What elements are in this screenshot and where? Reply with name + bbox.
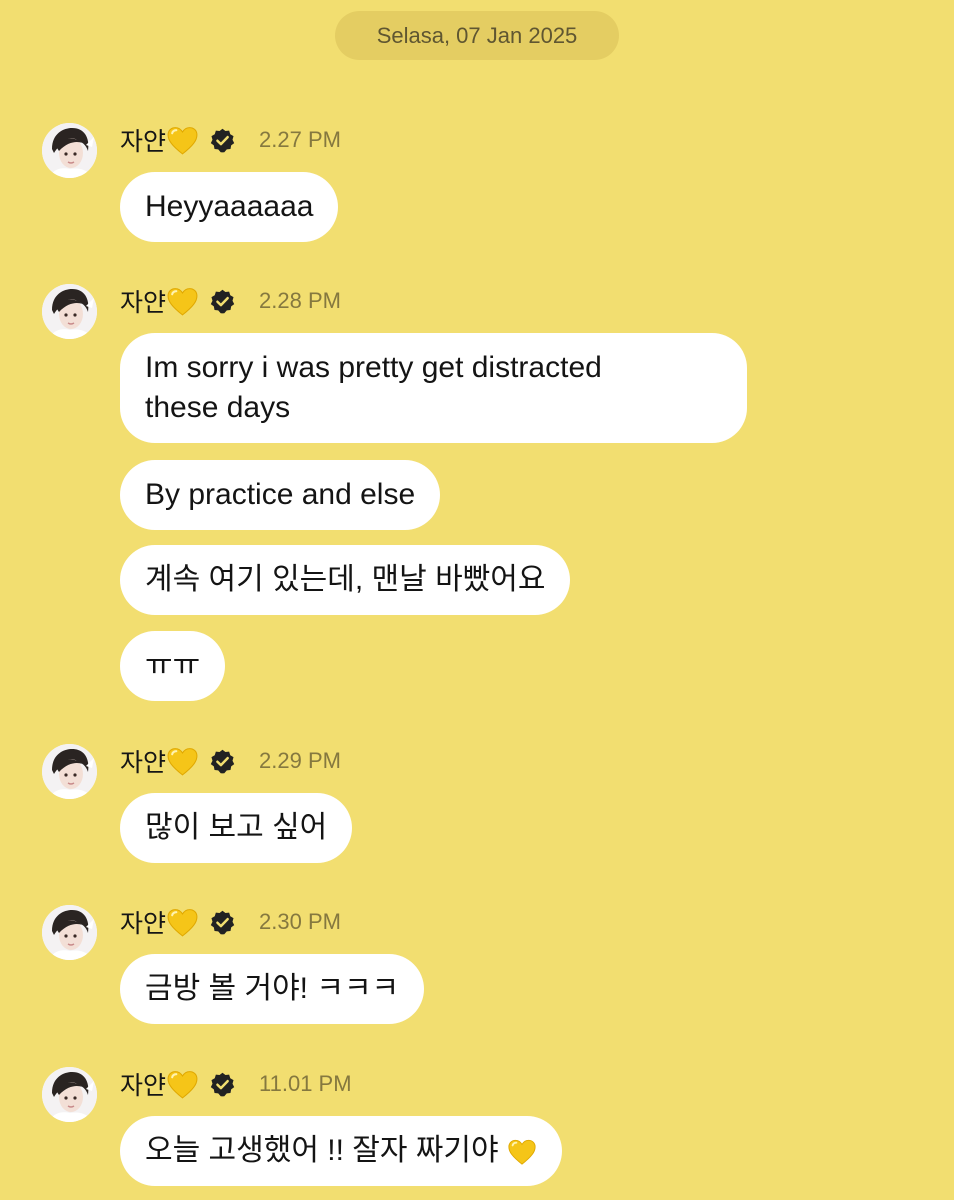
- message-bubble[interactable]: Im sorry i was pretty get distracted the…: [120, 333, 747, 443]
- sender-name: 자얀: [120, 127, 167, 156]
- date-separator: Selasa, 07 Jan 2025: [335, 11, 619, 60]
- message-bubble[interactable]: Heyyaaaaaa: [120, 172, 339, 242]
- avatar[interactable]: [42, 744, 97, 799]
- chat-screen: Selasa, 07 Jan 2025 자얀 2.27 PM Heyyaaaaa…: [0, 0, 954, 1200]
- yellow-heart-icon: [166, 745, 199, 778]
- message-header: 자얀 2.28 PM: [120, 284, 341, 318]
- sender-name: 자얀: [120, 1071, 167, 1100]
- sender-name: 자얀: [120, 909, 167, 938]
- message-bubble[interactable]: 금방 볼 거야! ㅋㅋㅋ: [120, 954, 425, 1024]
- avatar-image: [42, 123, 97, 178]
- message-header: 자얀 2.29 PM: [120, 744, 341, 778]
- message-bubble[interactable]: 오늘 고생했어 !! 잘자 짜기야: [120, 1116, 562, 1186]
- avatar[interactable]: [42, 1067, 97, 1122]
- yellow-heart-icon: [166, 124, 199, 157]
- message-text: 오늘 고생했어 !! 잘자 짜기야: [145, 1134, 499, 1167]
- message-bubble[interactable]: 계속 여기 있는데, 맨날 바빴어요: [120, 545, 571, 615]
- avatar[interactable]: [42, 905, 97, 960]
- yellow-heart-icon: [507, 1137, 537, 1167]
- message-bubble[interactable]: By practice and else: [120, 460, 441, 530]
- sender-name: 자얀: [120, 288, 167, 317]
- avatar-image: [42, 744, 97, 799]
- message-header: 자얀 2.27 PM: [120, 123, 341, 157]
- yellow-heart-icon: [166, 1068, 199, 1101]
- verified-badge-icon: [209, 909, 236, 936]
- verified-badge-icon: [209, 288, 236, 315]
- avatar-image: [42, 1067, 97, 1122]
- message-time: 2.30 PM: [259, 909, 341, 934]
- yellow-heart-icon: [166, 285, 199, 318]
- avatar-image: [42, 905, 97, 960]
- message-time: 2.27 PM: [259, 127, 341, 152]
- message-time: 2.29 PM: [259, 748, 341, 773]
- message-bubble[interactable]: 많이 보고 싶어: [120, 793, 353, 863]
- verified-badge-icon: [209, 1071, 236, 1098]
- sender-name: 자얀: [120, 748, 167, 777]
- avatar[interactable]: [42, 123, 97, 178]
- message-time: 11.01 PM: [259, 1071, 352, 1096]
- message-header: 자얀 2.30 PM: [120, 905, 341, 939]
- message-bubble[interactable]: ㅠㅠ: [120, 631, 226, 701]
- avatar-image: [42, 284, 97, 339]
- avatar[interactable]: [42, 284, 97, 339]
- verified-badge-icon: [209, 748, 236, 775]
- yellow-heart-icon: [166, 906, 199, 939]
- message-header: 자얀 11.01 PM: [120, 1067, 352, 1101]
- verified-badge-icon: [209, 127, 236, 154]
- message-time: 2.28 PM: [259, 288, 341, 313]
